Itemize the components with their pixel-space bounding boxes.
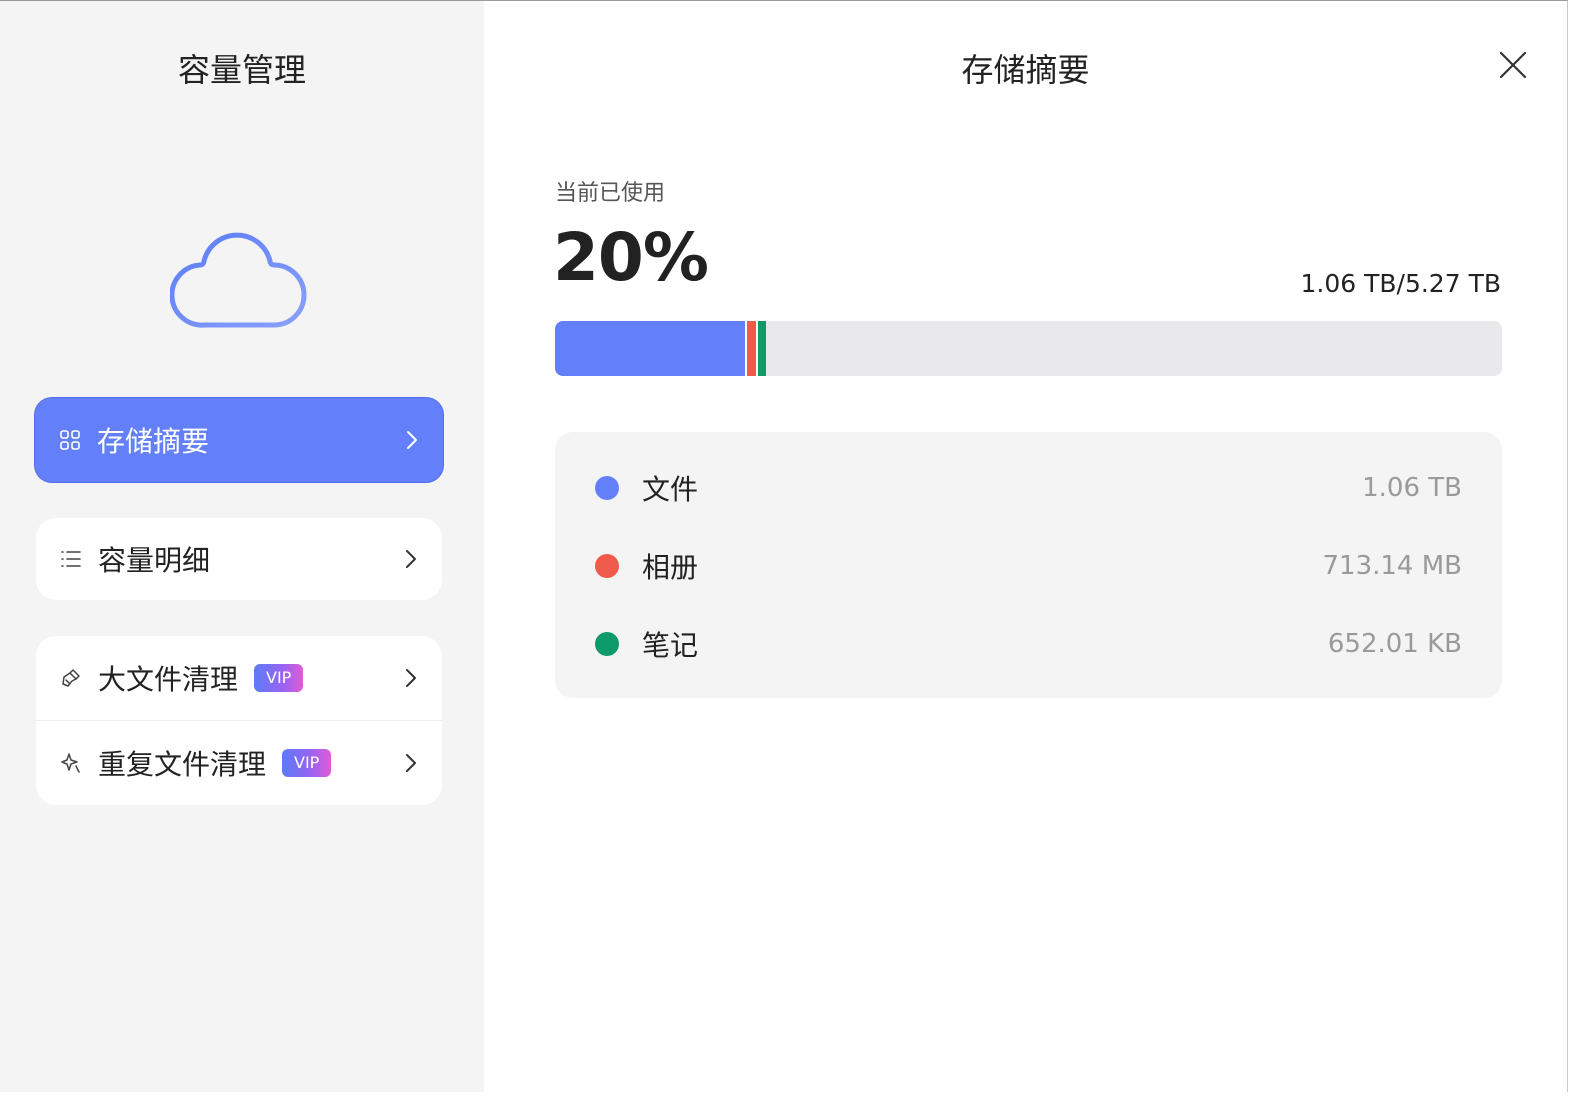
close-button[interactable]	[1499, 51, 1527, 79]
sidebar-item-detail[interactable]: 容量明细	[36, 518, 442, 600]
vip-badge: VIP	[282, 749, 332, 777]
usage-percent: 20%	[553, 219, 709, 296]
legend-dot	[595, 554, 619, 578]
sidebar-item-label: 存储摘要	[97, 425, 210, 458]
legend-row: 相册 713.14 MB	[555, 527, 1502, 605]
sidebar-item-label: 容量明细	[98, 544, 211, 577]
legend-dot	[595, 476, 619, 500]
usage-segment	[755, 321, 767, 376]
page-title: 存储摘要	[961, 51, 1090, 89]
sidebar-item-duplicate-files[interactable]: 重复文件清理 VIP	[36, 721, 442, 805]
legend-name: 文件	[642, 473, 699, 506]
broom-icon	[60, 667, 82, 689]
sidebar-item-large-files[interactable]: 大文件清理 VIP	[36, 636, 442, 720]
grid-icon	[59, 429, 81, 451]
legend-name: 相册	[642, 551, 699, 584]
usage-progress-bar	[555, 321, 1502, 376]
sidebar-title: 容量管理	[177, 51, 306, 89]
nav-card-detail: 容量明细	[36, 518, 442, 600]
list-icon	[60, 548, 82, 570]
legend-value: 1.06 TB	[1362, 473, 1462, 503]
sidebar-item-summary[interactable]: 存储摘要	[34, 397, 444, 483]
sparkle-icon	[60, 752, 82, 774]
sidebar-item-label: 大文件清理	[98, 663, 239, 696]
legend-row: 笔记 652.01 KB	[555, 605, 1502, 683]
category-legend: 文件 1.06 TB 相册 713.14 MB 笔记 652.01 KB	[555, 432, 1502, 698]
nav-card-cleanup: 大文件清理 VIP 重复文件清理 VIP	[36, 636, 442, 805]
vip-badge: VIP	[254, 664, 304, 692]
legend-row: 文件 1.06 TB	[555, 449, 1502, 527]
usage-amount: 1.06 TB/5.27 TB	[1300, 269, 1502, 298]
legend-value: 652.01 KB	[1327, 629, 1462, 659]
chevron-right-icon	[405, 429, 419, 451]
legend-value: 713.14 MB	[1322, 551, 1462, 581]
chevron-right-icon	[404, 752, 418, 774]
chevron-right-icon	[404, 667, 418, 689]
usage-caption: 当前已使用	[555, 181, 666, 206]
usage-segment	[745, 321, 756, 376]
main-panel: 存储摘要 当前已使用 20% 1.06 TB/5.27 TB 文件 1.06 TB…	[484, 1, 1567, 1092]
storage-window: 容量管理 存储摘要 容量明细 大文件清理 VIP 重复文件清理 VIP 存储摘要…	[0, 0, 1568, 1092]
sidebar: 容量管理 存储摘要 容量明细 大文件清理 VIP 重复文件清理 VIP	[0, 1, 484, 1092]
close-icon	[1499, 51, 1527, 79]
cloud-icon	[169, 223, 310, 333]
chevron-right-icon	[404, 548, 418, 570]
sidebar-item-label: 重复文件清理	[98, 748, 267, 781]
legend-name: 笔记	[642, 629, 699, 662]
usage-segment	[555, 321, 746, 376]
legend-dot	[595, 632, 619, 656]
